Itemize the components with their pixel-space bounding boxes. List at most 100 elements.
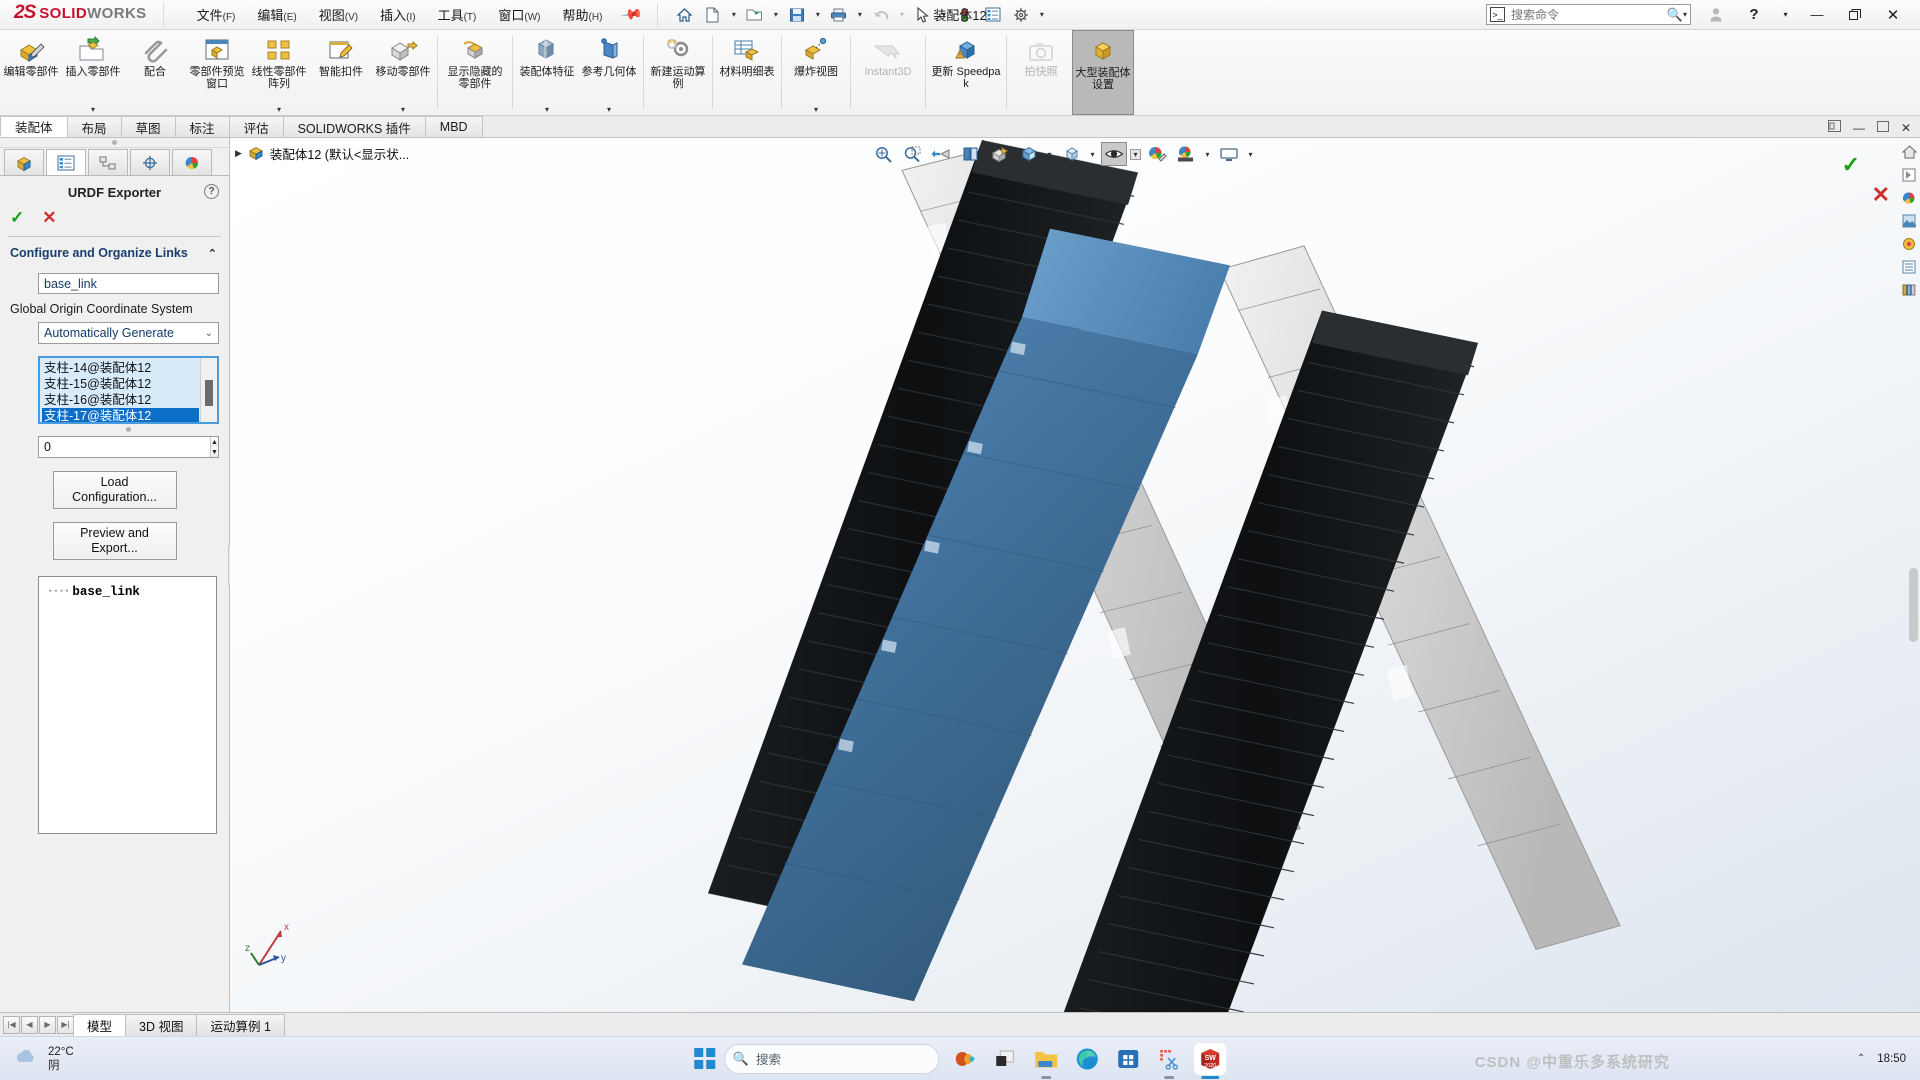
confirm-cancel-icon[interactable]: ✕ [1872, 182, 1890, 208]
ribbon-reference-geometry[interactable]: 参考几何体 ▾ [578, 30, 640, 115]
expand-arrow-icon[interactable]: ▶ [235, 148, 242, 159]
ribbon-linear-pattern[interactable]: 线性零部件阵列 ▾ [248, 30, 310, 115]
ribbon-mate[interactable]: 配合 [124, 30, 186, 115]
hide-show-items-caret-icon[interactable]: ▾ [1087, 150, 1098, 159]
ribbon-move-component[interactable]: 移动零部件 ▾ [372, 30, 434, 115]
viewport-icon[interactable] [1216, 142, 1242, 166]
open-folder-icon[interactable] [742, 3, 768, 27]
user-icon[interactable] [1703, 3, 1729, 27]
tab-annotation[interactable]: 标注 [174, 116, 230, 137]
options-list-icon[interactable] [980, 3, 1006, 27]
section-configure-organize-links[interactable]: Configure and Organize Links ⌃ [0, 237, 229, 269]
list-item[interactable]: 支柱-15@装配体12 [42, 376, 199, 392]
ribbon-new-motion-study[interactable]: 新建运动算例 [647, 30, 709, 115]
ribbon-assembly-feature[interactable]: 装配体特征 ▾ [516, 30, 578, 115]
appearances-tab-icon[interactable] [1899, 188, 1919, 208]
chevron-down-icon[interactable]: ▾ [545, 105, 549, 114]
chevron-down-icon[interactable]: ▾ [401, 105, 405, 114]
save-caret-icon[interactable]: ▾ [812, 10, 824, 19]
menu-item-edit[interactable]: 编辑(E) [246, 1, 307, 28]
display-manager-tab[interactable] [172, 149, 212, 175]
decals-tab-icon[interactable] [1899, 234, 1919, 254]
ribbon-exploded-view[interactable]: 爆炸视图 ▾ [785, 30, 847, 115]
numeric-stepper[interactable]: ▲ ▼ [38, 436, 219, 458]
display-pane-icon[interactable] [1899, 165, 1919, 185]
file-explorer-icon[interactable] [1030, 1043, 1062, 1079]
scrollbar-thumb[interactable] [205, 380, 213, 406]
restore-icon[interactable] [1842, 3, 1868, 27]
save-icon[interactable] [784, 3, 810, 27]
weather-widget[interactable]: 22°C 阴 [0, 1045, 74, 1073]
apply-scene-icon[interactable] [1144, 142, 1170, 166]
configuration-manager-tab[interactable] [88, 149, 128, 175]
link-name-input[interactable] [38, 273, 219, 294]
new-document-icon[interactable] [700, 3, 726, 27]
undo-icon[interactable] [868, 3, 894, 27]
component-selection-listbox[interactable]: 支柱-14@装配体12 支柱-15@装配体12 支柱-16@装配体12 支柱-1… [38, 356, 219, 424]
search-icon[interactable]: 🔍 [1667, 7, 1683, 23]
listbox-resize-handle[interactable] [0, 424, 229, 434]
print-caret-icon[interactable]: ▾ [854, 10, 866, 19]
doc-tab-model[interactable]: 模型 [73, 1013, 127, 1036]
panel-splitter[interactable] [0, 138, 229, 148]
tab-mbd[interactable]: MBD [424, 116, 483, 137]
view-setting-palette-icon[interactable] [1173, 142, 1199, 166]
list-item[interactable]: 支柱-14@装配体12 [42, 360, 199, 376]
zoom-to-fit-icon[interactable] [870, 142, 896, 166]
view-settings-eye-icon[interactable] [1101, 142, 1127, 166]
load-configuration-button[interactable]: Load Configuration... [52, 471, 177, 509]
microsoft-edge-icon[interactable] [1071, 1043, 1103, 1075]
close-small-icon[interactable]: ✕ [1898, 121, 1914, 135]
undo-caret-icon[interactable]: ▾ [896, 10, 908, 19]
help-icon[interactable]: ? [1741, 3, 1767, 27]
vertical-scrollbar-thumb[interactable] [1909, 568, 1918, 642]
home-icon[interactable] [672, 3, 698, 27]
chevron-down-icon[interactable]: ▾ [277, 105, 281, 114]
preview-and-export-button[interactable]: Preview and Export... [52, 522, 177, 560]
prev-tab-icon[interactable]: ◀ [21, 1015, 38, 1034]
home-view-icon[interactable] [1899, 142, 1919, 162]
list-item[interactable]: 支柱-17@装配体12 [42, 408, 199, 422]
stepper-up-icon[interactable]: ▲ [211, 437, 218, 447]
last-tab-icon[interactable]: ▶| [57, 1015, 74, 1034]
copilot-icon[interactable] [948, 1043, 980, 1075]
command-search-box[interactable]: >_ 🔍 ▾ [1486, 4, 1691, 25]
ribbon-component-preview[interactable]: 零部件预览窗口 [186, 30, 248, 115]
restore-small-icon[interactable] [1825, 120, 1844, 135]
ribbon-large-assembly-settings[interactable]: 大型装配体设置 [1072, 30, 1134, 115]
stepper-down-icon[interactable]: ▼ [211, 447, 218, 457]
rebuild-icon[interactable] [952, 3, 978, 27]
search-input[interactable] [1505, 7, 1667, 22]
zoom-to-area-icon[interactable] [899, 142, 925, 166]
section-view-icon[interactable] [957, 142, 983, 166]
tab-assembly[interactable]: 装配体 [0, 116, 68, 137]
ribbon-snapshot[interactable]: 拍快照 [1010, 30, 1072, 115]
listbox-scrollbar[interactable] [200, 358, 217, 422]
view-orientation-icon[interactable] [986, 142, 1012, 166]
maximize-small-icon[interactable] [1874, 120, 1892, 135]
select-cursor-caret-icon[interactable]: ▾ [938, 10, 950, 19]
view-settings-caret-icon[interactable]: ▾ [1130, 148, 1141, 160]
display-style-caret-icon[interactable]: ▾ [1044, 150, 1055, 159]
viewport-caret-icon[interactable]: ▾ [1245, 150, 1256, 159]
ribbon-show-hidden-components[interactable]: 显示隐藏的零部件 [441, 30, 509, 115]
select-cursor-icon[interactable] [910, 3, 936, 27]
property-manager-tab[interactable] [46, 149, 86, 175]
chevron-down-icon[interactable]: ▾ [814, 105, 818, 114]
pin-icon[interactable]: 📌 [620, 3, 644, 27]
minimize-icon[interactable]: — [1804, 3, 1830, 27]
chevron-down-icon[interactable]: ▾ [91, 105, 95, 114]
display-style-icon[interactable] [1015, 142, 1041, 166]
minimize-small-icon[interactable]: — [1850, 121, 1868, 135]
tab-sketch[interactable]: 草图 [120, 116, 176, 137]
global-origin-select[interactable]: Automatically Generate ⌄ [38, 322, 219, 344]
tree-node-base-link[interactable]: ···· base_link [47, 585, 208, 599]
new-document-caret-icon[interactable]: ▾ [728, 10, 740, 19]
task-view-icon[interactable] [989, 1043, 1021, 1075]
taskbar-clock[interactable]: 18:50 [1877, 1052, 1906, 1066]
doc-tab-motion-study[interactable]: 运动算例 1 [196, 1013, 285, 1036]
hide-show-items-icon[interactable] [1058, 142, 1084, 166]
confirm-check-icon[interactable]: ✓ [1842, 152, 1860, 178]
next-tab-icon[interactable]: ▶ [39, 1015, 56, 1034]
chevron-up-icon[interactable]: ⌃ [208, 247, 217, 260]
